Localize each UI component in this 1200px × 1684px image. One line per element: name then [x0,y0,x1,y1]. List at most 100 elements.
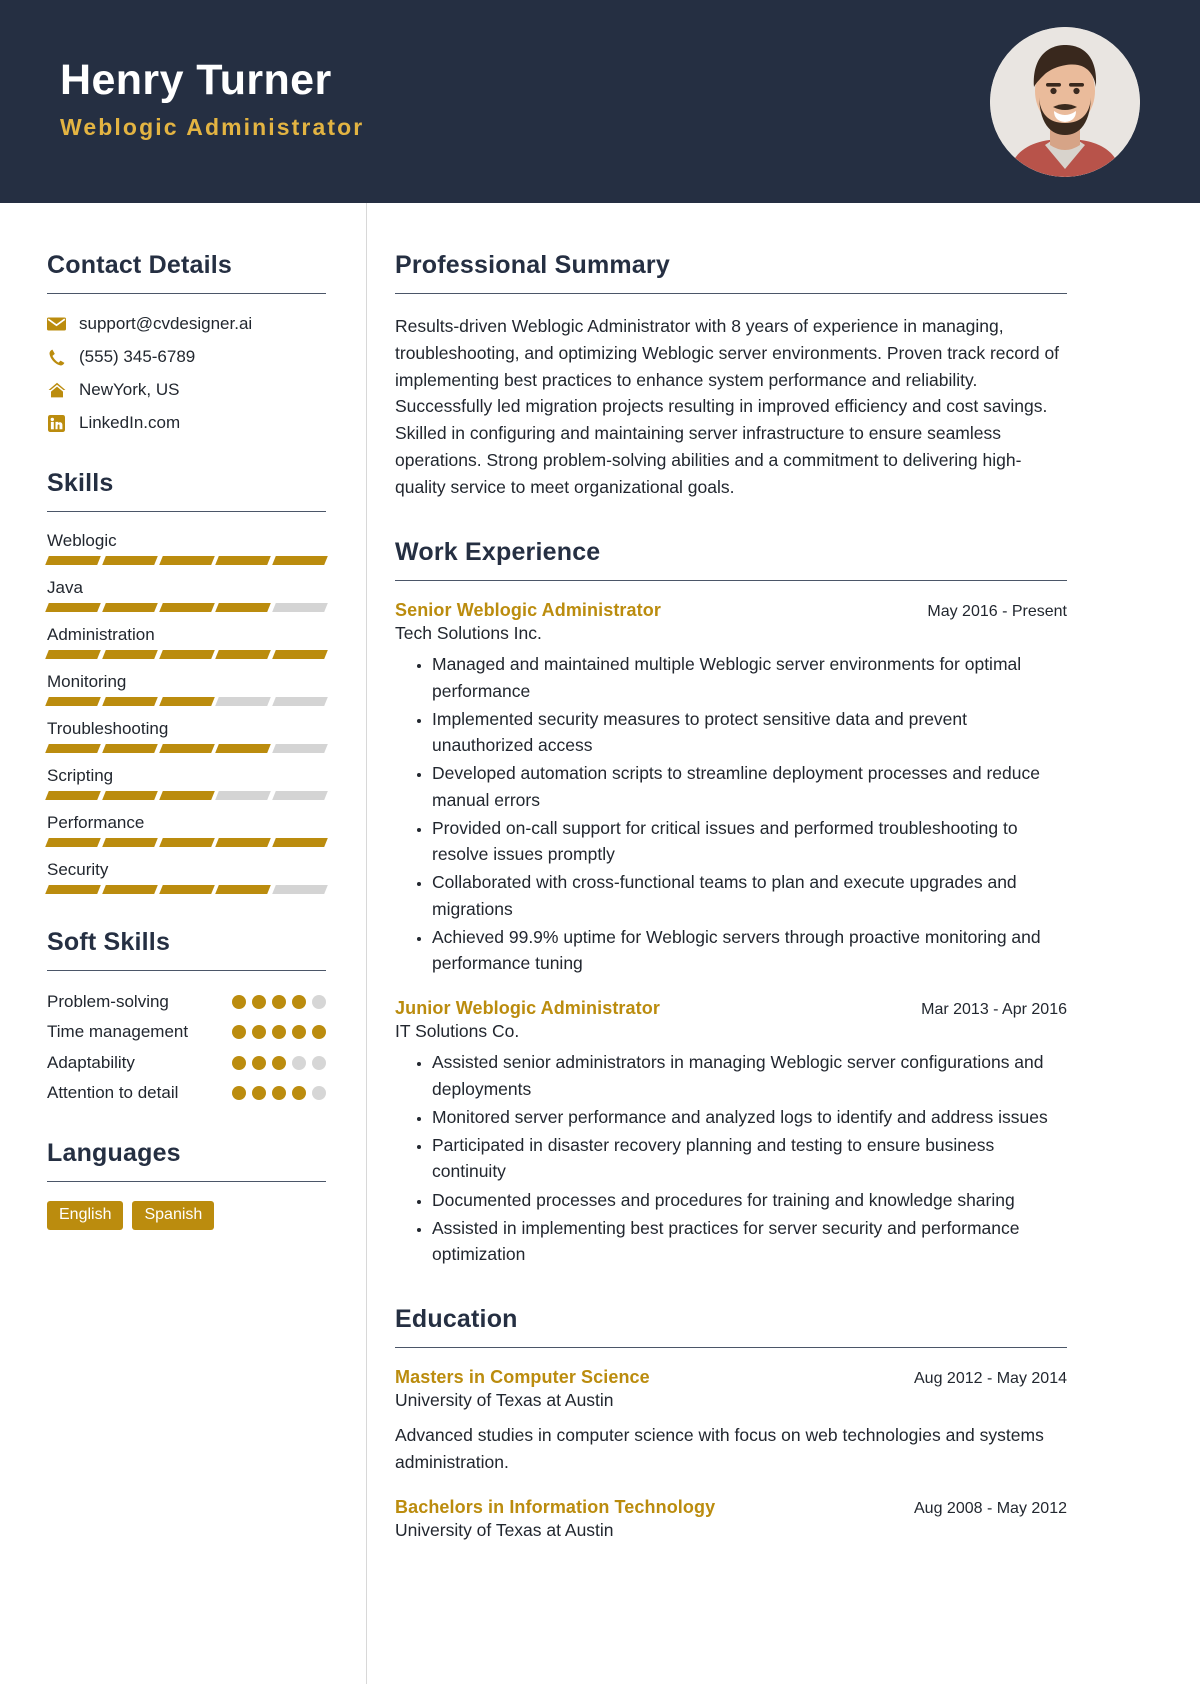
skill-label: Scripting [47,765,114,785]
soft-skill-dot [252,1025,266,1040]
work-bullet-list: Managed and maintained multiple Weblogic… [395,651,1067,976]
main-content: Professional Summary Results-driven Webl… [367,203,1200,1684]
skill-bar-segment [101,884,158,894]
skill-bar-segment [45,649,101,659]
contact-item-phone[interactable]: (555) 345-6789 [47,346,326,369]
work-date-range: May 2016 - Present [927,603,1067,621]
skill-bar-segment [158,649,215,659]
work-role: Junior Weblogic Administrator [395,998,660,1019]
education-date-range: Aug 2008 - May 2012 [914,1499,1067,1517]
skill-bar-segment [158,884,215,894]
skill-bar-segment [45,696,101,706]
skill-item: Security [45,859,328,894]
soft-skill-label: Time management [47,1022,189,1042]
soft-skills-list: Problem-solving Time management Adaptabi… [47,990,326,1105]
resume-page: Henry Turner Weblogic Administrator Cont… [0,0,1200,1684]
soft-skill-dot [232,1025,246,1040]
contact-item-location[interactable]: NewYork, US [47,379,326,402]
work-bullet: Achieved 99.9% uptime for Weblogic serve… [432,924,1067,977]
contact-item-email[interactable]: support@cvdesigner.ai [47,313,326,336]
work-bullet: Provided on-call support for critical is… [432,815,1067,868]
education-degree: Masters in Computer Science [395,1367,650,1388]
skill-bar-segment [215,743,272,753]
soft-skill-dot [232,1086,246,1101]
skill-item: Weblogic [45,530,328,565]
skill-bar-segment [272,743,328,753]
soft-skill-dot [252,1086,266,1101]
education-entry-header: Masters in Computer Science Aug 2012 - M… [395,1367,1067,1388]
section-heading-skills: Skills [47,468,114,497]
skill-level-bar [45,743,328,753]
section-heading-languages: Languages [47,1138,181,1167]
skill-bar-segment [101,649,158,659]
skill-level-bar [45,696,328,706]
skill-item: Scripting [45,765,328,800]
summary-text: Results-driven Weblogic Administrator wi… [395,316,1060,497]
skill-bar-segment [45,743,101,753]
work-entry: Junior Weblogic Administrator Mar 2013 -… [395,998,1067,1267]
skill-bar-segment [158,790,215,800]
language-tag[interactable]: Spanish [132,1200,215,1230]
work-entry-header: Senior Weblogic Administrator May 2016 -… [395,600,1067,621]
skill-label: Security [47,859,109,879]
education-degree: Bachelors in Information Technology [395,1496,716,1517]
skill-bar-segment [101,555,158,565]
skill-bar-segment [272,649,328,659]
skill-level-bar [45,790,328,800]
education-entry: Bachelors in Information Technology Aug … [395,1497,1067,1541]
soft-skill-dot [272,994,286,1009]
skill-label: Performance [47,812,145,832]
soft-skill-dot [252,1055,266,1070]
soft-skill-dot [312,1025,326,1040]
skill-bar-segment [45,884,101,894]
job-title: Weblogic Administrator [60,113,365,140]
soft-skill-dot [232,1055,246,1070]
skill-bar-segment [272,837,328,847]
soft-skill-dot [312,1086,326,1101]
skill-label: Weblogic [47,530,117,550]
skill-bar-segment [215,790,272,800]
skill-bar-segment [158,743,215,753]
contact-phone-value: (555) 345-6789 [79,346,196,366]
soft-skill-item: Time management [47,1020,326,1043]
education-entries: Masters in Computer Science Aug 2012 - M… [395,1367,1067,1541]
section-soft-skills: Soft Skills Problem-solving Time managem… [47,928,326,1105]
soft-skill-dot [292,994,306,1009]
soft-skill-dot [292,1025,306,1040]
skill-bar-segment [101,602,158,612]
section-heading-work: Work Experience [395,538,601,567]
section-divider [395,293,1067,294]
work-bullet: Implemented security measures to protect… [432,706,1067,759]
skill-item: Java [45,578,328,612]
skill-label: Monitoring [47,671,127,691]
work-bullet: Assisted in implementing best practices … [432,1215,1067,1268]
avatar [990,26,1140,177]
skill-bar-segment [101,696,158,706]
soft-skill-rating [232,1020,326,1040]
contact-location-value: NewYork, US [79,379,180,399]
work-bullet: Monitored server performance and analyze… [432,1104,1067,1130]
section-divider [47,969,326,971]
education-date-range: Aug 2012 - May 2014 [914,1370,1067,1388]
soft-skill-rating [232,1051,326,1070]
resume-header: Henry Turner Weblogic Administrator [0,0,1200,203]
section-divider [395,1347,1067,1349]
skill-bar-segment [215,837,272,847]
section-heading-soft-skills: Soft Skills [47,927,171,956]
soft-skill-dot [312,994,326,1009]
home-icon [47,382,66,398]
contact-item-linkedin[interactable]: LinkedIn.com [47,412,326,435]
linkedin-icon [47,414,66,432]
soft-skill-dot [272,1025,286,1040]
soft-skill-dot [272,1055,286,1070]
page-title: Henry Turner [60,56,332,105]
education-description: Advanced studies in computer science wit… [395,1425,1044,1472]
skill-bar-segment [158,696,215,706]
work-bullet: Managed and maintained multiple Weblogic… [432,651,1067,704]
skill-bar-segment [215,602,272,612]
header-text-block: Henry Turner Weblogic Administrator [60,56,364,146]
language-tag[interactable]: English [47,1200,124,1230]
skill-bar-segment [272,555,328,565]
avatar-photo-icon [990,26,1140,177]
skill-bar-segment [101,790,158,800]
